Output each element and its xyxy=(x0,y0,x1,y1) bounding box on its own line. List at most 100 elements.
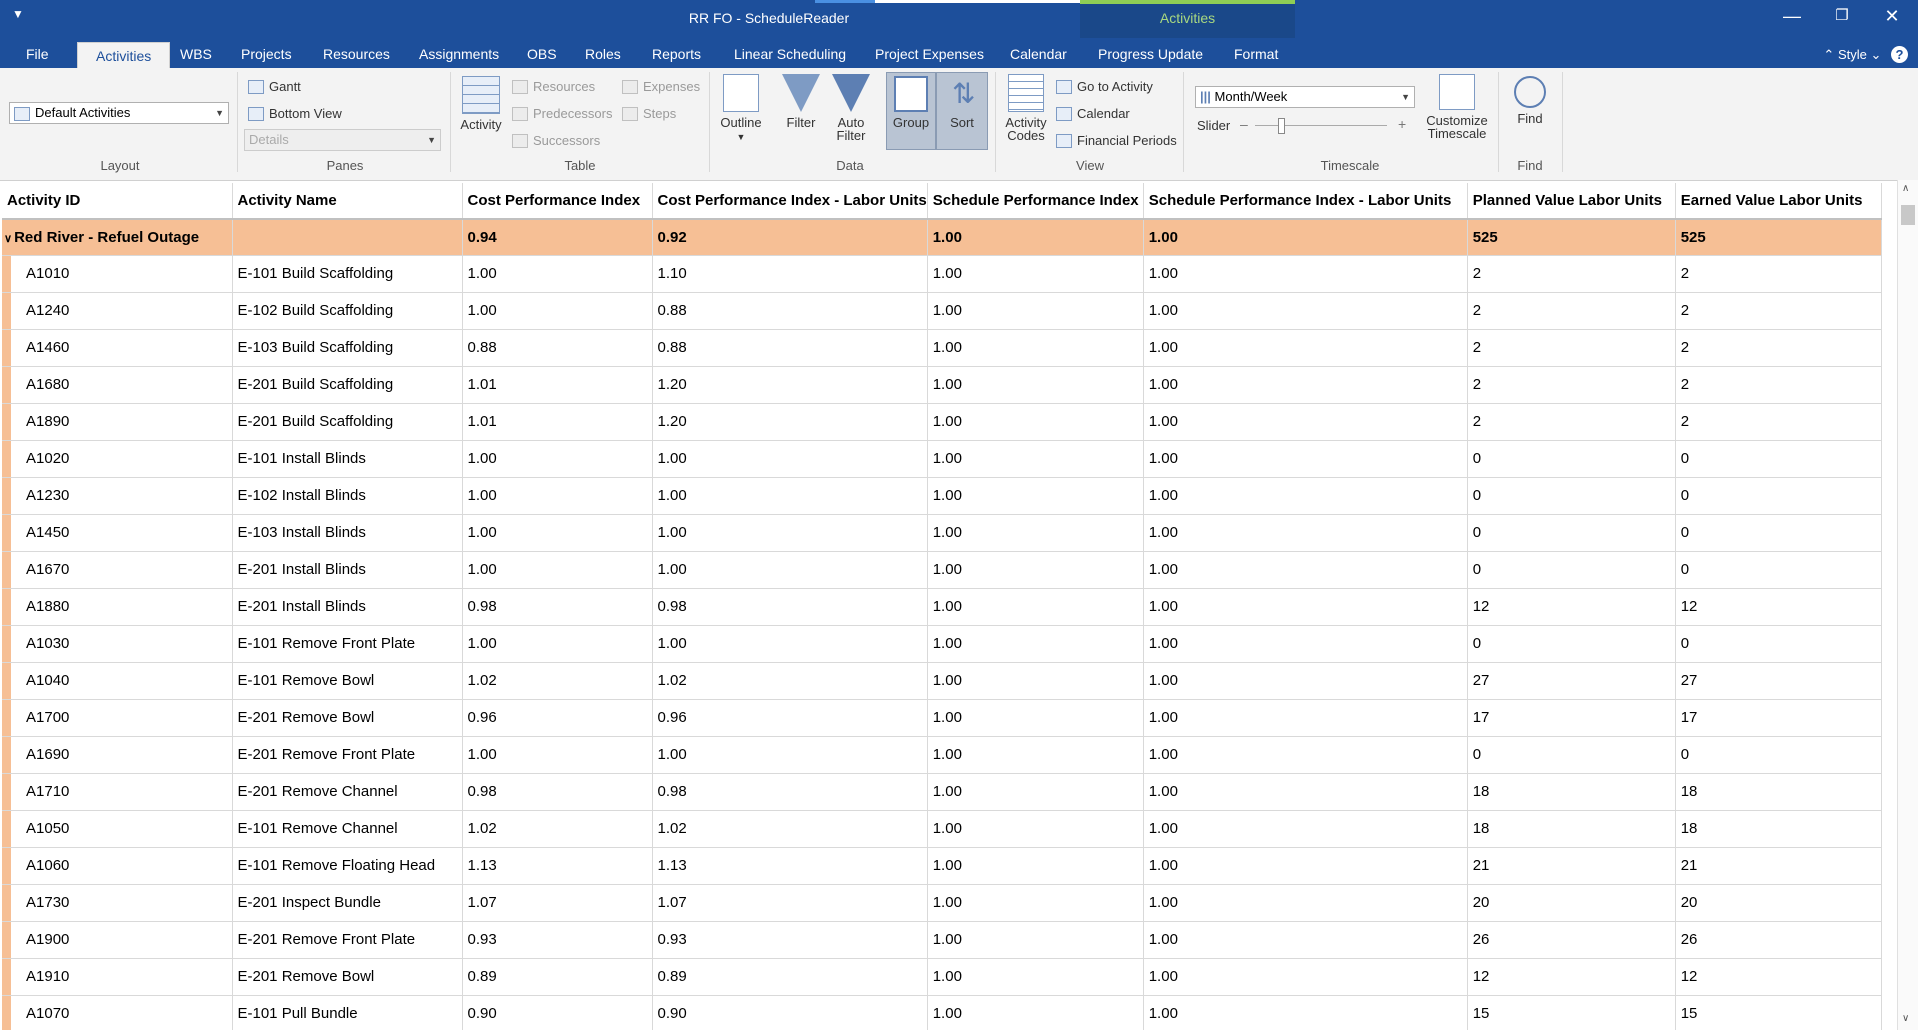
table-cell: 2 xyxy=(1467,329,1676,367)
tab-reports[interactable]: Reports xyxy=(652,46,701,62)
help-icon[interactable]: ? xyxy=(1891,46,1908,63)
table-row[interactable]: A1890 E-201 Build Scaffolding 1.01 1.20 1.00… xyxy=(2,403,1882,441)
tab-project-expenses[interactable]: Project Expenses xyxy=(875,46,984,62)
minimize-icon[interactable]: — xyxy=(1772,6,1812,27)
group-row[interactable]: ∨ Red River - Refuel Outage 0.94 0.92 1.0… xyxy=(2,219,1882,256)
tab-linear-scheduling[interactable]: Linear Scheduling xyxy=(734,46,846,62)
table-row[interactable]: A1230 E-102 Install Blinds 1.00 1.00 1.00 1.0… xyxy=(2,477,1882,515)
table-row[interactable]: A1240 E-102 Build Scaffolding 1.00 0.88 1.00… xyxy=(2,292,1882,330)
outline-button[interactable]: Outline ▼ xyxy=(715,74,767,144)
column-header[interactable]: Cost Performance Index - Labor Units xyxy=(652,183,928,220)
financial-periods-button[interactable]: Financial Periods xyxy=(1056,133,1177,148)
zoom-in-icon[interactable]: + xyxy=(1398,116,1406,132)
table-row[interactable]: A1690 E-201 Remove Front Plate 1.00 1.00 1.0… xyxy=(2,736,1882,774)
successors-button[interactable]: Successors xyxy=(512,133,600,148)
column-header[interactable]: Cost Performance Index xyxy=(462,183,653,220)
calendar-button[interactable]: Calendar xyxy=(1056,106,1130,121)
zoom-out-icon[interactable]: – xyxy=(1240,116,1248,132)
auto-filter-button[interactable]: Auto Filter xyxy=(826,74,876,142)
gantt-button[interactable]: Gantt xyxy=(248,79,301,94)
table-cell: 1.07 xyxy=(652,884,928,922)
table-row[interactable]: A1040 E-101 Remove Bowl 1.02 1.02 1.00 1.00 27… xyxy=(2,662,1882,700)
filter-icon xyxy=(782,74,820,112)
group-button[interactable]: Group xyxy=(886,72,936,150)
collapse-chevron-icon[interactable]: ∨ xyxy=(4,233,12,245)
column-header[interactable]: Schedule Performance Index xyxy=(927,183,1144,220)
steps-button[interactable]: Steps xyxy=(622,106,676,121)
table-row[interactable]: A1030 E-101 Remove Front Plate 1.00 1.00 1.0… xyxy=(2,625,1882,663)
table-cell: 1.00 xyxy=(927,699,1144,737)
table-row[interactable]: A1020 E-101 Install Blinds 1.00 1.00 1.00 1.0… xyxy=(2,440,1882,478)
table-cell: 1.00 xyxy=(927,292,1144,330)
details-dropdown[interactable]: Details ▼ xyxy=(244,129,441,151)
scroll-up-icon[interactable]: ∧ xyxy=(1902,183,1909,194)
table-cell: 1.00 xyxy=(462,440,653,478)
column-header[interactable]: Activity ID xyxy=(2,183,233,220)
tab-roles[interactable]: Roles xyxy=(585,46,621,62)
tab-format[interactable]: Format xyxy=(1234,46,1278,62)
timescale-slider[interactable] xyxy=(1255,125,1387,126)
style-menu[interactable]: ⌃ Style ⌄ ? xyxy=(1823,46,1908,63)
activity-table-button[interactable]: Activity xyxy=(456,76,506,131)
tab-obs[interactable]: OBS xyxy=(527,46,557,62)
table-row[interactable]: A1880 E-201 Install Blinds 0.98 0.98 1.00 1.0… xyxy=(2,588,1882,626)
scrollbar-thumb[interactable] xyxy=(1901,205,1915,225)
predecessors-button[interactable]: Predecessors xyxy=(512,106,612,121)
table-row[interactable]: A1670 E-201 Install Blinds 1.00 1.00 1.00 1.0… xyxy=(2,551,1882,589)
tab-projects[interactable]: Projects xyxy=(241,46,292,62)
find-button[interactable]: Find xyxy=(1505,74,1555,125)
table-cell: 1.00 xyxy=(1143,810,1468,848)
customize-timescale-button[interactable]: Customize Timescale xyxy=(1422,74,1492,140)
column-header[interactable]: Activity Name xyxy=(232,183,463,220)
table-cell: 20 xyxy=(1675,884,1882,922)
table-row[interactable]: A1680 E-201 Build Scaffolding 1.01 1.20 1.00… xyxy=(2,366,1882,404)
dropdown-arrow-icon: ▼ xyxy=(1401,92,1410,102)
tab-activities[interactable]: Activities xyxy=(77,42,171,69)
tab-calendar[interactable]: Calendar xyxy=(1010,46,1067,62)
column-header[interactable]: Planned Value Labor Units xyxy=(1467,183,1676,220)
bottom-view-button[interactable]: Bottom View xyxy=(248,106,342,121)
tab-assignments[interactable]: Assignments xyxy=(419,46,499,62)
scroll-down-icon[interactable]: ∨ xyxy=(1902,1013,1909,1024)
activity-id-cell: A1890 xyxy=(2,403,233,441)
restore-icon[interactable]: ❐ xyxy=(1822,6,1862,24)
table-row[interactable]: A1450 E-103 Install Blinds 1.00 1.00 1.00 1.0… xyxy=(2,514,1882,552)
table-row[interactable]: A1710 E-201 Remove Channel 0.98 0.98 1.00 1.0… xyxy=(2,773,1882,811)
table-cell: 1.00 xyxy=(1143,958,1468,996)
tab-wbs[interactable]: WBS xyxy=(180,46,212,62)
dropdown-arrow-icon: ▼ xyxy=(215,108,224,118)
tab-progress-update[interactable]: Progress Update xyxy=(1098,46,1203,62)
find-label: Find xyxy=(1517,111,1543,126)
column-header[interactable]: Schedule Performance Index - Labor Units xyxy=(1143,183,1468,220)
close-icon[interactable]: ✕ xyxy=(1872,6,1912,27)
table-row[interactable]: A1730 E-201 Inspect Bundle 1.07 1.07 1.00 1.0… xyxy=(2,884,1882,922)
sort-button[interactable]: ⇅ Sort xyxy=(936,72,988,150)
activity-id: A1890 xyxy=(26,412,70,430)
tab-resources[interactable]: Resources xyxy=(323,46,390,62)
activity-id: A1460 xyxy=(26,338,70,356)
layout-dropdown[interactable]: Default Activities ▼ xyxy=(9,102,229,124)
activity-codes-button[interactable]: Activity Codes xyxy=(1001,74,1051,142)
timescale-dropdown[interactable]: ||| Month/Week ▼ xyxy=(1195,86,1415,108)
expenses-button[interactable]: Expenses xyxy=(622,79,700,94)
table-row[interactable]: A1060 E-101 Remove Floating Head 1.13 1.13 1… xyxy=(2,847,1882,885)
table-row[interactable]: A1460 E-103 Build Scaffolding 0.88 0.88 1.00… xyxy=(2,329,1882,367)
tab-file[interactable]: File xyxy=(26,46,49,62)
table-row[interactable]: A1010 E-101 Build Scaffolding 1.00 1.10 1.00… xyxy=(2,255,1882,293)
auto-filter-icon xyxy=(832,74,870,112)
customize-timescale-icon xyxy=(1439,74,1475,110)
table-cell: 0.88 xyxy=(652,292,928,330)
filter-button[interactable]: Filter xyxy=(776,74,826,129)
column-header[interactable]: Earned Value Labor Units xyxy=(1675,183,1882,220)
table-row[interactable]: A1700 E-201 Remove Bowl 0.96 0.96 1.00 1.00 17… xyxy=(2,699,1882,737)
resources-button[interactable]: Resources xyxy=(512,79,595,94)
go-to-activity-button[interactable]: Go to Activity xyxy=(1056,79,1153,94)
separator xyxy=(1498,72,1499,172)
vertical-scrollbar[interactable]: ∧ ∨ xyxy=(1897,180,1918,1030)
table-row[interactable]: A1910 E-201 Remove Bowl 0.89 0.89 1.00 1.00 12… xyxy=(2,958,1882,996)
table-row[interactable]: A1050 E-101 Remove Channel 1.02 1.02 1.00 1.0… xyxy=(2,810,1882,848)
table-row[interactable]: A1070 E-101 Pull Bundle 0.90 0.90 1.00 1.00 15… xyxy=(2,995,1882,1030)
slider-thumb[interactable] xyxy=(1278,118,1285,134)
table-row[interactable]: A1900 E-201 Remove Front Plate 0.93 0.93 1.0… xyxy=(2,921,1882,959)
chevron-up-icon: ⌃ xyxy=(1823,47,1835,62)
